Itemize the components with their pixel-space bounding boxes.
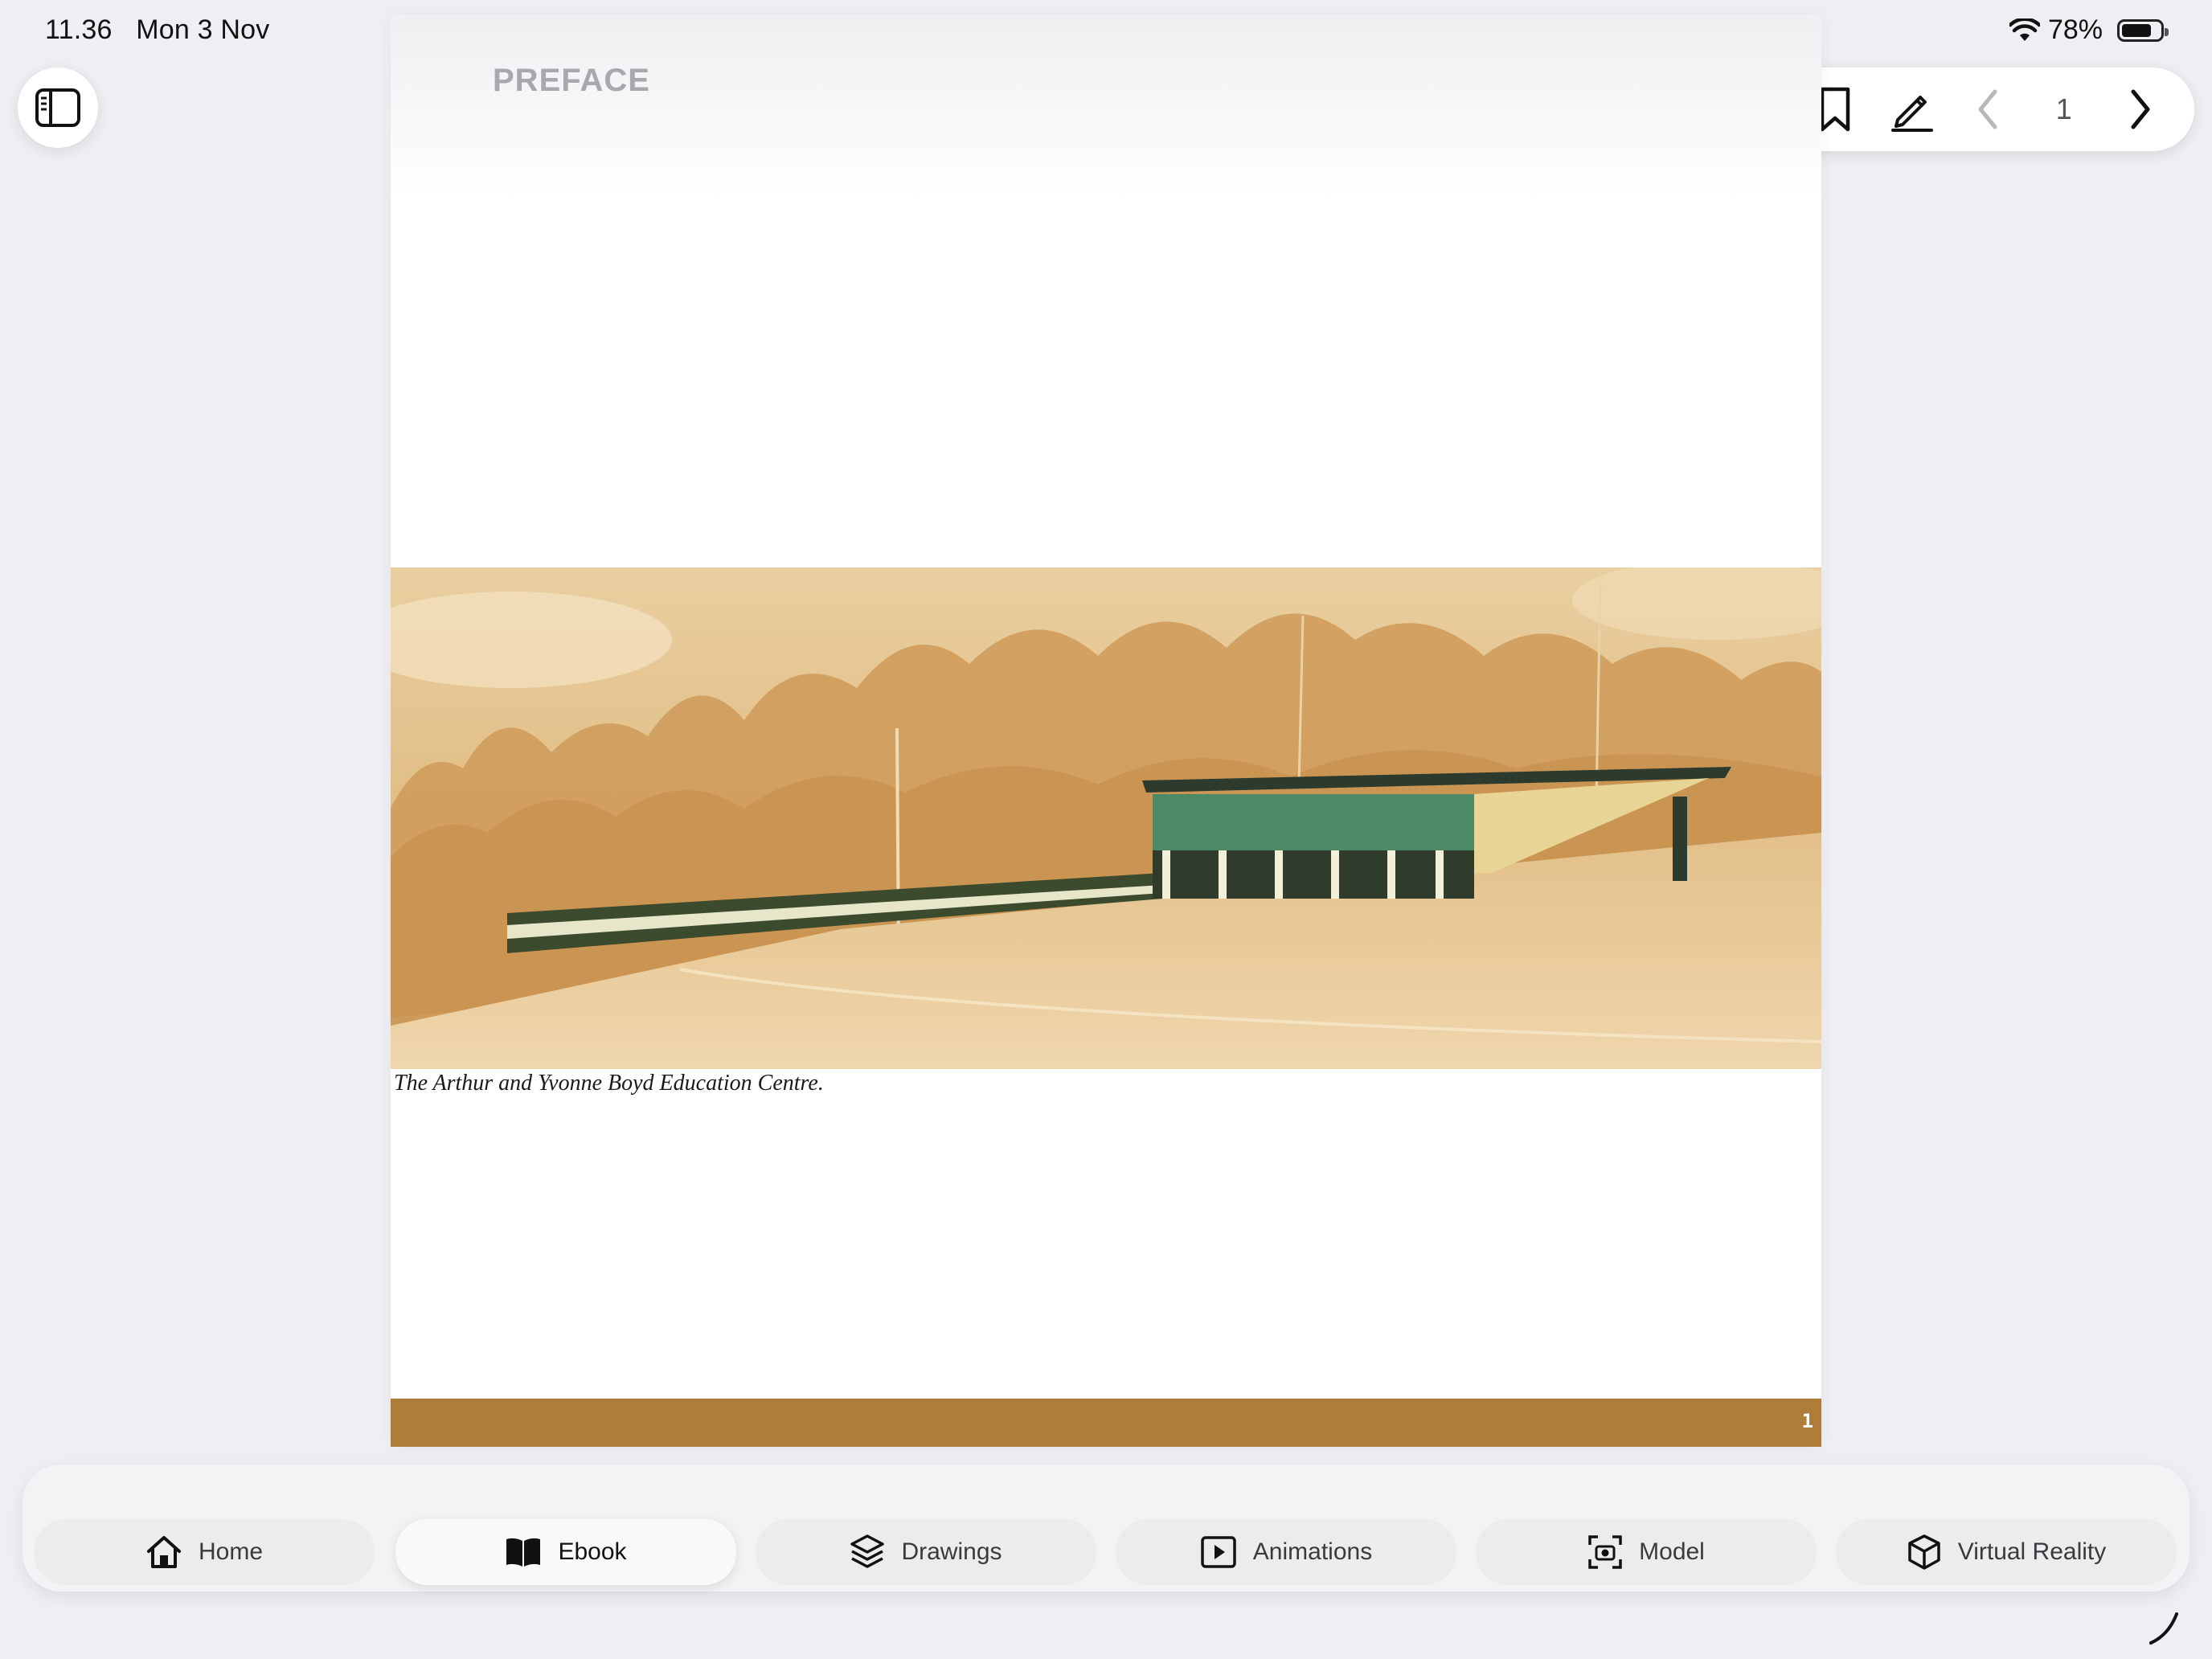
next-page-button[interactable]: [2108, 77, 2173, 141]
reader-toolbar: 1: [1781, 68, 2194, 151]
footer-page-number: 1: [1801, 1410, 1813, 1432]
page-heading: PREFACE: [493, 63, 650, 98]
battery-level: [2122, 23, 2151, 37]
tab-drawings-label: Drawings: [901, 1538, 1002, 1565]
camera-scan-icon: [1588, 1535, 1622, 1569]
house-icon: [146, 1536, 181, 1568]
tab-drawings[interactable]: Drawings: [756, 1519, 1096, 1585]
battery-icon: [2117, 18, 2169, 42]
photo-caption: The Arthur and Yvonne Boyd Education Cen…: [394, 1071, 824, 1096]
tab-virtual-reality[interactable]: Virtual Reality: [1836, 1519, 2177, 1585]
battery-percent: 78%: [2047, 14, 2103, 45]
ebook-page: PREFACE The Arthur and Yvonne Boyd Educa…: [391, 14, 1821, 1447]
wifi-icon: [2009, 18, 2040, 41]
sidebar-icon: [35, 88, 80, 127]
tab-home-label: Home: [198, 1538, 264, 1565]
chevron-left-icon: [1978, 89, 1997, 129]
page-header: [391, 14, 1821, 199]
play-icon: [1201, 1536, 1236, 1568]
status-bar-right: 78%: [2009, 14, 2169, 46]
tab-model[interactable]: Model: [1476, 1519, 1817, 1585]
page-footer-band: 1: [391, 1399, 1821, 1447]
tab-animations[interactable]: Animations: [1116, 1519, 1456, 1585]
previous-page-button[interactable]: [1956, 77, 2020, 141]
tab-virtual-reality-label: Virtual Reality: [1957, 1538, 2107, 1565]
layers-icon: [850, 1534, 885, 1568]
pencil-icon: [1891, 96, 1934, 132]
pencil-stroke-mark: [2149, 1612, 2178, 1645]
tab-model-label: Model: [1639, 1538, 1705, 1565]
status-bar-left: 11.36 Mon 3 Nov: [45, 14, 285, 46]
bottom-tab-bar: Home Ebook Drawings Animations Model Vir…: [23, 1464, 2189, 1591]
book-icon: [506, 1538, 541, 1567]
cube-icon: [1907, 1534, 1940, 1570]
current-page-indicator: 1: [2055, 92, 2072, 125]
tab-home[interactable]: Home: [34, 1519, 375, 1585]
education-centre-photo: [391, 567, 1821, 1069]
bookmark-icon: [1821, 87, 1850, 132]
tab-animations-label: Animations: [1252, 1538, 1373, 1565]
status-time: 11.36: [45, 14, 113, 45]
status-date: Mon 3 Nov: [136, 14, 270, 45]
tab-ebook-label: Ebook: [558, 1538, 627, 1565]
tab-ebook[interactable]: Ebook: [395, 1519, 736, 1585]
sidebar-toggle-button[interactable]: [18, 68, 98, 148]
chevron-right-icon: [2131, 89, 2150, 129]
annotate-button[interactable]: [1879, 77, 1944, 141]
